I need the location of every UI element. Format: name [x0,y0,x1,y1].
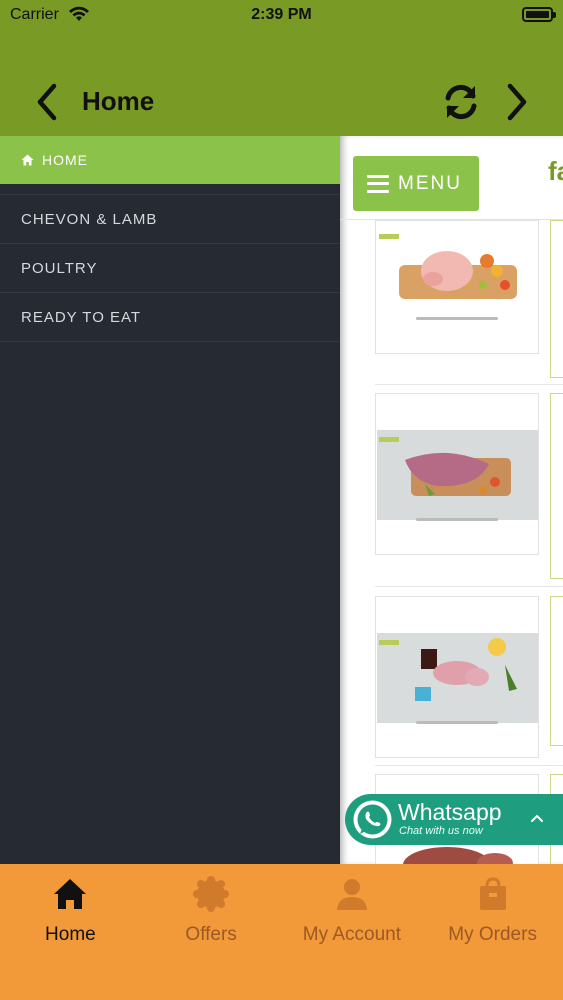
divider [375,765,563,766]
refresh-icon[interactable] [440,80,482,124]
bag-icon [479,877,506,910]
home-icon [21,154,34,166]
product-card[interactable] [375,220,539,354]
divider [375,384,563,385]
hamburger-icon [367,174,389,193]
bottom-tab-bar: Home Offers My Account My Orders [0,864,563,1000]
tab-label: My Account [302,924,401,945]
tab-offers[interactable]: Offers [141,864,282,1000]
drawer-divider [0,184,340,195]
brand-logo-text: fa [548,156,563,186]
drawer-item-label: POULTRY [21,259,98,277]
whatsapp-title: Whatsapp [398,799,502,825]
home-icon [54,879,87,909]
menu-button[interactable]: MENU [353,156,479,211]
whatsapp-chat-button[interactable]: Whatsapp Chat with us now [345,794,563,845]
app-header: Carrier 2:39 PM Home [0,0,563,136]
person-icon [336,879,367,910]
product-card-partial[interactable] [550,393,563,579]
image-scroll-indicator [416,518,498,521]
product-image-chops [377,633,538,723]
status-time: 2:39 PM [251,6,312,23]
tab-label: Home [45,924,96,945]
brand-logo-icon [379,437,399,442]
tab-my-account[interactable]: My Account [282,864,423,1000]
whatsapp-subtitle: Chat with us now [399,825,483,837]
drawer-item-label: HOME [42,152,88,168]
whatsapp-icon [353,800,392,839]
product-card-partial[interactable] [550,596,563,746]
battery-icon [522,7,556,22]
badge-icon [193,876,230,912]
main-content: MENU fa [340,136,563,864]
brand-logo-icon [379,640,399,645]
tab-home[interactable]: Home [0,864,141,1000]
brand-logo-icon [379,234,399,239]
product-card[interactable] [375,596,539,758]
tab-label: Offers [185,924,237,945]
back-chevron-icon[interactable] [30,80,66,124]
tab-my-orders[interactable]: My Orders [422,864,563,1000]
image-scroll-indicator [416,721,498,724]
drawer-item-poultry[interactable]: POULTRY [0,244,340,293]
drawer-item-chevon-lamb[interactable]: CHEVON & LAMB [0,195,340,244]
drawer-item-label: READY TO EAT [21,308,142,326]
image-scroll-indicator [416,317,498,320]
status-bar: Carrier 2:39 PM [0,0,563,30]
product-card[interactable] [375,393,539,555]
chevron-up-icon[interactable] [529,810,545,826]
product-image-lamb-leg [377,430,538,520]
drawer-item-ready-to-eat[interactable]: READY TO EAT [0,293,340,342]
drawer-item-label: CHEVON & LAMB [21,210,158,228]
menu-button-label: MENU [398,172,462,194]
drawer-item-home[interactable]: HOME [0,136,340,184]
forward-chevron-icon[interactable] [498,80,534,124]
side-drawer: HOME CHEVON & LAMB POULTRY READY TO EAT [0,136,340,864]
divider [375,586,563,587]
page-title: Home [82,86,155,116]
product-card-partial[interactable] [550,220,563,378]
product-image-chicken [377,225,538,315]
tab-label: My Orders [448,924,537,945]
